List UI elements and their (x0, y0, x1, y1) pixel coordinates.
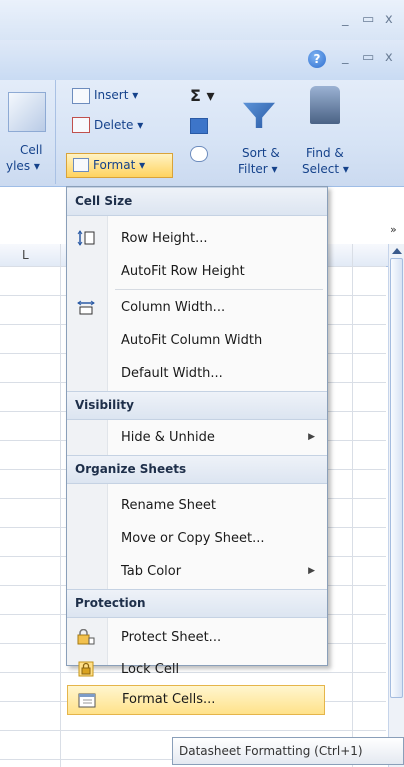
submenu-arrow-icon: ▶ (308, 432, 315, 442)
format-button-label: Format ▾ (93, 158, 146, 172)
menu-separator (115, 289, 323, 290)
protect-sheet-icon (77, 629, 95, 645)
doc-minimize-button[interactable]: _ (342, 50, 349, 65)
menu-header-visibility: Visibility (67, 391, 327, 420)
grid-column-line (60, 244, 61, 767)
autosum-button[interactable]: Σ ▾ (190, 86, 215, 105)
app-restore-button[interactable]: ▭ (362, 12, 374, 27)
delete-icon (72, 117, 90, 133)
menu-item-column-width[interactable]: Column Width... (67, 291, 327, 324)
tooltip: Datasheet Formatting (Ctrl+1) (172, 737, 404, 765)
cell-styles-label-2: yles ▾ (6, 159, 40, 173)
cell-styles-group[interactable]: Cell yles ▾ (0, 80, 56, 184)
submenu-arrow-icon: ▶ (308, 566, 315, 576)
app-close-button[interactable]: x (385, 12, 393, 27)
menu-item-autofit-column-width[interactable]: AutoFit Column Width (67, 324, 327, 357)
insert-icon (72, 88, 90, 104)
find-select-label-2[interactable]: Select ▾ (302, 162, 349, 176)
menu-item-label: Rename Sheet (121, 498, 217, 513)
find-select-label-1[interactable]: Find & (306, 146, 344, 160)
fill-icon[interactable] (190, 118, 208, 134)
menu-header-cell-size: Cell Size (67, 187, 327, 216)
menu-item-label: Lock Cell (121, 662, 180, 677)
menu-item-rename-sheet[interactable]: Rename Sheet (67, 489, 327, 522)
menu-item-protect-sheet[interactable]: Protect Sheet... (67, 621, 327, 654)
sort-filter-icon (243, 102, 275, 128)
sort-filter-label-2[interactable]: Filter ▾ (238, 162, 278, 176)
menu-item-row-height[interactable]: Row Height... (67, 222, 327, 255)
menu-item-default-width[interactable]: Default Width... (67, 357, 327, 390)
ribbon-tab-row: ? _ ▭ x (0, 40, 404, 81)
expand-formula-bar-icon[interactable]: » (390, 223, 397, 236)
menu-item-lock-cell[interactable]: Lock Cell (67, 653, 325, 686)
menu-item-tab-color[interactable]: Tab Color ▶ (67, 555, 327, 588)
format-button[interactable]: Format ▾ (66, 153, 173, 178)
app-minimize-button[interactable]: _ (342, 12, 349, 27)
help-icon[interactable]: ? (308, 50, 326, 68)
menu-item-label: Move or Copy Sheet... (121, 531, 265, 546)
menu-item-hide-unhide[interactable]: Hide & Unhide ▶ (67, 421, 327, 454)
menu-item-label: Row Height... (121, 231, 208, 246)
lock-icon (78, 661, 94, 677)
menu-item-label: Protect Sheet... (121, 630, 222, 645)
doc-restore-button[interactable]: ▭ (362, 50, 374, 65)
scroll-up-icon[interactable] (392, 248, 402, 254)
menu-item-label: Format Cells... (122, 692, 216, 707)
format-cells-icon (78, 693, 96, 708)
menu-item-autofit-row-height[interactable]: AutoFit Row Height (67, 255, 327, 288)
menu-item-label: Hide & Unhide (121, 430, 215, 445)
column-header-l[interactable]: L (22, 248, 29, 262)
menu-item-label: AutoFit Row Height (121, 264, 245, 279)
menu-item-label: Tab Color (121, 564, 182, 579)
menu-header-organize-sheets: Organize Sheets (67, 455, 327, 484)
insert-button[interactable]: Insert ▾ (94, 88, 138, 102)
grid-column-line (352, 244, 353, 767)
menu-header-protection: Protection (67, 589, 327, 618)
vertical-scrollbar[interactable] (388, 244, 404, 767)
menu-item-move-copy-sheet[interactable]: Move or Copy Sheet... (67, 522, 327, 555)
cell-styles-label-1: Cell (20, 143, 43, 157)
menu-item-label: Default Width... (121, 366, 223, 381)
binoculars-icon (310, 86, 340, 124)
menu-item-label: AutoFit Column Width (121, 333, 263, 348)
menu-item-label: Column Width... (121, 300, 226, 315)
delete-button[interactable]: Delete ▾ (94, 118, 143, 132)
column-width-icon (77, 300, 95, 315)
clear-icon[interactable] (190, 146, 208, 162)
cell-styles-icon (8, 92, 46, 132)
ribbon: Cell yles ▾ Insert ▾ Delete ▾ Σ ▾ Sort &… (0, 80, 404, 187)
sort-filter-label-1[interactable]: Sort & (242, 146, 280, 160)
format-menu: Cell Size Row Height... AutoFit Row Heig… (66, 186, 328, 666)
doc-close-button[interactable]: x (385, 50, 393, 65)
menu-item-format-cells[interactable]: Format Cells... (67, 685, 325, 715)
row-height-icon (77, 230, 95, 246)
scroll-thumb[interactable] (390, 258, 403, 698)
format-icon (73, 158, 89, 172)
title-bar: _ ▭ x (0, 0, 404, 41)
